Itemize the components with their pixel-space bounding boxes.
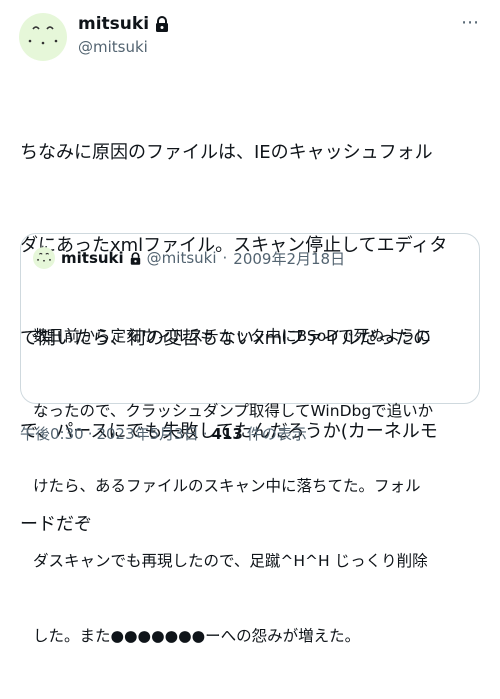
meta-separator: · <box>222 249 228 267</box>
post-date[interactable]: 2023年5月3日 <box>96 423 198 444</box>
meta-separator: · <box>202 424 208 443</box>
author-avatar[interactable] <box>19 13 67 61</box>
post-time[interactable]: 午後0:30 <box>20 423 84 444</box>
quoted-text-line: ダスキャンでも再現したので、足蹴^H^H じっくり削除 <box>33 552 428 570</box>
more-options-icon[interactable]: ⋯ <box>461 12 480 33</box>
author-name-row[interactable]: mitsuki <box>78 14 169 34</box>
author-handle[interactable]: @mitsuki <box>78 38 148 56</box>
quoted-text-line: けたら、あるファイルのスキャン中に落ちてた。フォル <box>33 477 421 495</box>
views-count: 413 <box>211 424 243 443</box>
quoted-tweet-date: 2009年2月18日 <box>233 249 346 268</box>
quoted-author-avatar <box>33 247 55 269</box>
quoted-text-line: した。また●●●●●●●ーへの怨みが増えた。 <box>33 627 361 645</box>
quoted-text-line: なったので、クラッシュダンプ取得してWinDbgで追いか <box>33 402 434 420</box>
tweet-text-line: ちなみに原因のファイルは、IEのキャッシュフォル <box>20 142 433 163</box>
lock-icon <box>156 16 169 32</box>
avatar-face-icon <box>37 252 51 262</box>
quoted-tweet-card[interactable]: mitsuki @mitsuki · 2009年2月18日 数日前から定刻ウィル… <box>20 233 480 645</box>
quoted-tweet-text: 数日前から定刻ウィルスチェック中にBSoDで死ぬように なったので、クラッシュダ… <box>33 274 469 699</box>
views-label: 件の表示 <box>246 425 307 443</box>
quoted-author-handle: @mitsuki <box>146 249 217 267</box>
meta-separator: · <box>87 424 93 443</box>
lock-icon <box>130 251 140 265</box>
avatar-face-icon <box>28 26 58 45</box>
quoted-text-line: 数日前から定刻ウィルスチェック中にBSoDで死ぬように <box>33 327 432 345</box>
quoted-author-name: mitsuki <box>61 249 124 267</box>
quoted-tweet-header: mitsuki @mitsuki · 2009年2月18日 <box>33 247 345 269</box>
author-display-name[interactable]: mitsuki <box>78 14 149 34</box>
tweet-footer: 午後0:30 · 2023年5月3日 · 413 件の表示 <box>20 423 307 444</box>
